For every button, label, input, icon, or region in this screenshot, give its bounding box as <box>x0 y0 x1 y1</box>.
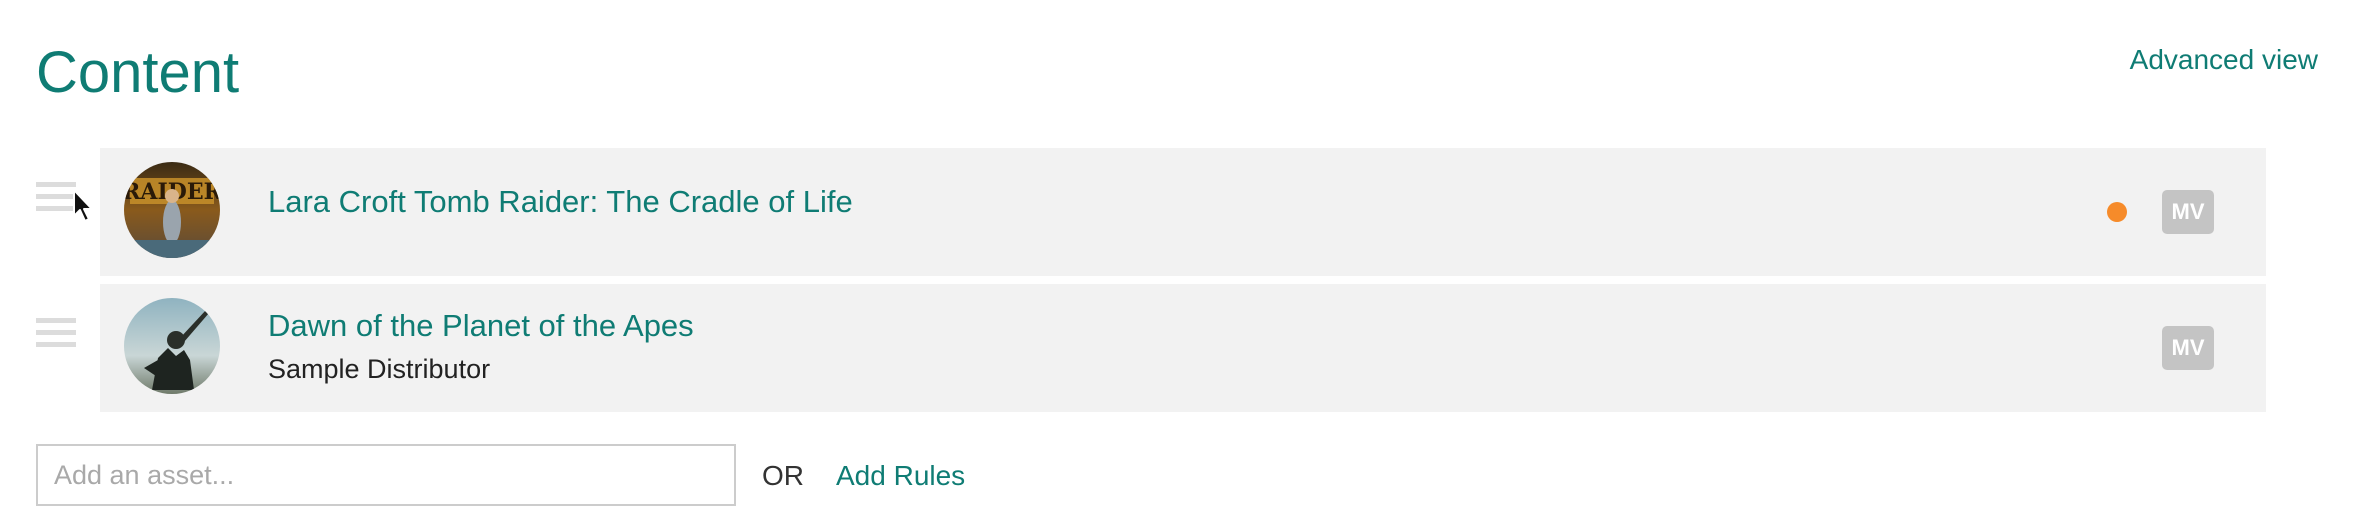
content-list: RAIDER Lara Croft Tomb Raider: The Cradl… <box>36 148 2266 420</box>
media-type-badge: MV <box>2162 326 2214 370</box>
or-label: OR <box>762 460 804 491</box>
asset-card: RAIDER Lara Croft Tomb Raider: The Cradl… <box>100 148 2266 276</box>
list-item: Dawn of the Planet of the Apes Sample Di… <box>36 284 2266 412</box>
page-title: Content <box>36 40 240 105</box>
media-type-badge: MV <box>2162 190 2214 234</box>
list-item: RAIDER Lara Croft Tomb Raider: The Cradl… <box>36 148 2266 276</box>
content-panel: Content Advanced view Lara Croft Tomb Ra… <box>0 0 2354 530</box>
asset-thumbnail <box>124 298 220 394</box>
advanced-view-link[interactable]: Advanced view <box>2130 44 2318 76</box>
asset-distributor: Sample Distributor <box>268 354 491 384</box>
mouse-pointer-icon <box>73 189 93 222</box>
asset-title-link[interactable]: Lara Croft Tomb Raider: The Cradle of Li… <box>268 184 853 220</box>
add-rules-link[interactable]: Add Rules <box>836 460 965 492</box>
asset-thumbnail: RAIDER <box>124 162 220 258</box>
add-asset-input[interactable] <box>36 444 736 506</box>
drag-handle-icon[interactable] <box>36 182 76 216</box>
drag-handle-icon[interactable] <box>36 318 76 352</box>
asset-card: Dawn of the Planet of the Apes Sample Di… <box>100 284 2266 412</box>
status-indicator <box>2107 202 2127 222</box>
asset-title-link[interactable]: Dawn of the Planet of the Apes <box>268 308 694 344</box>
